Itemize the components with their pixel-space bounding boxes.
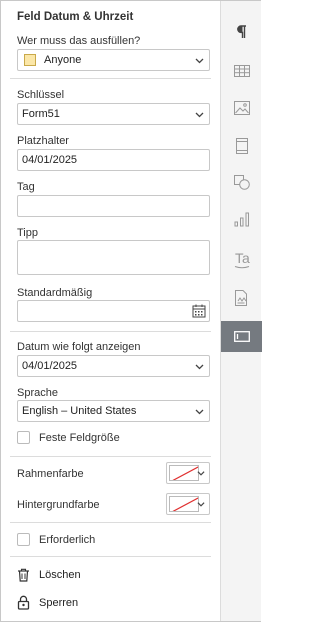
separator <box>10 78 211 79</box>
chart-icon <box>234 212 249 227</box>
fixed-size-checkbox[interactable] <box>17 431 30 444</box>
settings-rail: Ta <box>220 1 262 621</box>
right-settings-pane: Feld Datum & Uhrzeit Wer muss das ausfül… <box>0 0 262 622</box>
display-format-value: 04/01/2025 <box>22 360 78 372</box>
display-format-select[interactable]: 04/01/2025 <box>17 355 210 377</box>
border-color-picker[interactable] <box>166 462 210 484</box>
rail-text-art-button[interactable]: Ta <box>221 244 262 275</box>
calendar-icon[interactable] <box>192 304 206 318</box>
filler-color-swatch <box>24 54 36 66</box>
border-color-label: Rahmenfarbe <box>17 468 84 480</box>
signature-icon <box>234 289 247 306</box>
filler-label: Wer muss das ausfüllen? <box>17 35 141 47</box>
default-label: Standardmäßig <box>17 287 93 299</box>
background-color-label: Hintergrundfarbe <box>17 499 100 511</box>
paragraph-icon <box>236 24 246 38</box>
background-color-picker[interactable] <box>166 493 210 515</box>
placeholder-input[interactable]: 04/01/2025 <box>17 149 210 171</box>
required-label: Erforderlich <box>39 534 96 546</box>
tag-label: Tag <box>17 181 35 193</box>
rail-form-field-button[interactable] <box>221 321 262 352</box>
chevron-down-icon <box>195 58 204 64</box>
rail-shape-button[interactable] <box>221 167 262 198</box>
tag-input[interactable] <box>17 195 210 217</box>
delete-button[interactable]: Löschen <box>17 568 81 582</box>
lock-label: Sperren <box>39 596 79 609</box>
lock-icon <box>17 595 30 610</box>
key-value: Form51 <box>22 108 60 120</box>
filler-value: Anyone <box>44 54 82 66</box>
panel-title: Feld Datum & Uhrzeit <box>17 11 134 23</box>
key-label: Schlüssel <box>17 89 65 101</box>
no-color-swatch <box>169 496 199 512</box>
required-checkbox[interactable] <box>17 533 30 546</box>
image-icon <box>233 100 250 115</box>
chevron-down-icon <box>197 471 205 476</box>
language-select[interactable]: English – United States <box>17 400 210 422</box>
tip-label: Tipp <box>17 227 38 239</box>
date-time-field-settings: Feld Datum & Uhrzeit Wer muss das ausfül… <box>1 1 220 621</box>
table-icon <box>233 64 250 77</box>
no-color-swatch <box>169 465 199 481</box>
separator <box>10 331 211 332</box>
form-field-icon <box>233 331 250 342</box>
separator <box>10 456 211 457</box>
rail-paragraph-button[interactable] <box>221 16 262 47</box>
header-footer-icon <box>235 137 248 154</box>
rail-table-button[interactable] <box>221 55 262 86</box>
placeholder-value: 04/01/2025 <box>22 154 78 166</box>
rail-image-button[interactable] <box>221 92 262 123</box>
chevron-down-icon <box>195 409 204 415</box>
placeholder-label: Platzhalter <box>17 135 69 147</box>
key-select[interactable]: Form51 <box>17 103 210 125</box>
filler-select[interactable]: Anyone <box>17 49 210 71</box>
rail-chart-button[interactable] <box>221 204 262 235</box>
rail-signature-button[interactable] <box>221 282 262 313</box>
trash-icon <box>18 568 29 582</box>
language-value: English – United States <box>22 405 137 417</box>
chevron-down-icon <box>197 502 205 507</box>
tip-textarea[interactable] <box>17 240 210 275</box>
lock-button[interactable]: Sperren <box>17 595 78 610</box>
fixed-size-label: Feste Feldgröße <box>39 432 120 444</box>
separator <box>10 556 211 557</box>
rail-header-footer-button[interactable] <box>221 130 262 161</box>
text-art-icon: Ta <box>234 251 250 268</box>
shapes-icon <box>233 175 250 190</box>
display-format-label: Datum wie folgt anzeigen <box>17 341 141 353</box>
delete-label: Löschen <box>39 569 81 581</box>
separator <box>10 522 211 523</box>
chevron-down-icon <box>195 364 204 370</box>
language-label: Sprache <box>17 387 58 399</box>
default-date-input[interactable] <box>17 300 210 322</box>
chevron-down-icon <box>195 112 204 118</box>
svg-text:Ta: Ta <box>235 251 250 266</box>
